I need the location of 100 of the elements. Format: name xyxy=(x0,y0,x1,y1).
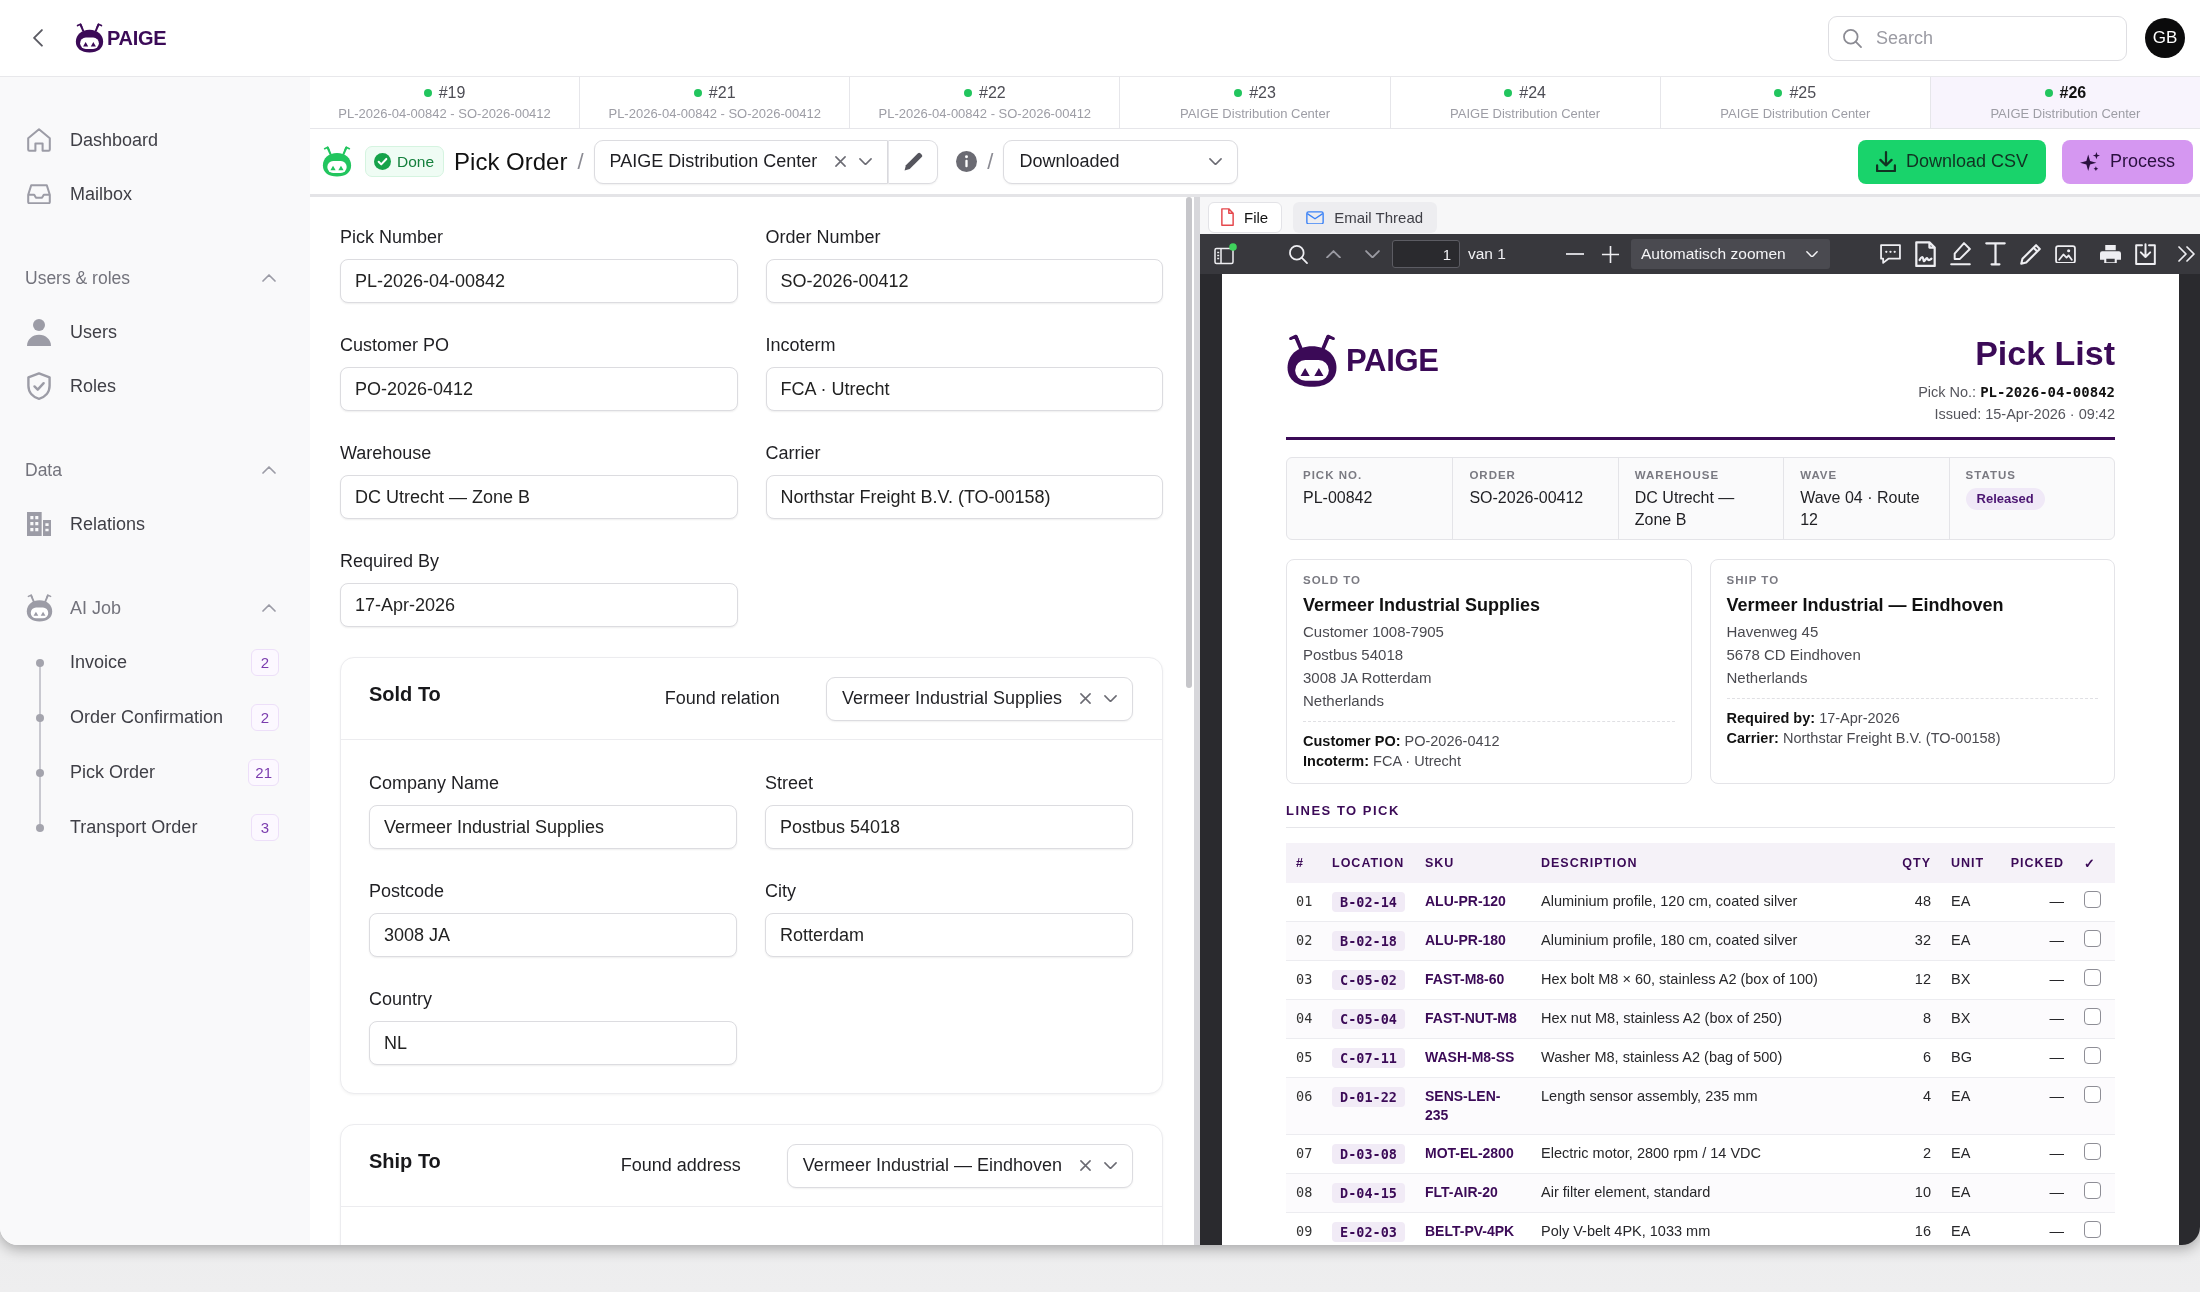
text-field[interactable]: NL xyxy=(369,1021,737,1065)
count-badge: 2 xyxy=(251,649,279,676)
sidebar-toggle-icon[interactable] xyxy=(1214,243,1237,265)
count-badge: 21 xyxy=(248,759,279,786)
chevron-down-icon xyxy=(1209,157,1223,166)
field-label: Warehouse xyxy=(340,442,433,465)
viewer-tab[interactable]: Email Thread xyxy=(1293,202,1438,233)
group-header[interactable]: Data xyxy=(0,443,310,497)
location-code: C-05-02 xyxy=(1332,970,1405,990)
pencil-icon[interactable] xyxy=(2019,243,2041,265)
column-header: DESCRIPTION xyxy=(1531,843,1890,883)
table-cell: Hex nut M8, stainless A2 (box of 250) xyxy=(1531,999,1890,1039)
text-field[interactable]: Vermeer Industrial Supplies xyxy=(369,805,737,849)
address-line: 5678 CD Eindhoven xyxy=(1726,645,1862,665)
search-icon[interactable] xyxy=(1289,244,1308,264)
signature-icon[interactable] xyxy=(1914,240,1936,268)
minus-icon[interactable] xyxy=(1564,252,1585,256)
text-field[interactable]: FCA · Utrecht xyxy=(765,367,1163,411)
text-field[interactable]: DC Utrecht — Zone B xyxy=(340,475,738,519)
summary-label: STATUS xyxy=(1965,468,2017,483)
location-code: D-01-22 xyxy=(1332,1087,1405,1107)
group-header[interactable]: AI Job xyxy=(0,581,310,635)
scrollbar-thumb[interactable] xyxy=(1185,197,1192,688)
table-cell: — xyxy=(2000,1212,2074,1245)
nav-item[interactable]: Pick Order 21 xyxy=(0,745,310,800)
table-cell: BX xyxy=(1941,960,2000,1000)
table-cell: Electric motor, 2800 rpm / 14 VDC xyxy=(1531,1134,1890,1174)
match-label: Found relation xyxy=(664,688,780,709)
plus-icon[interactable] xyxy=(1600,244,1620,264)
clear-icon xyxy=(835,156,847,167)
text-field[interactable]: SO-2026-00412 xyxy=(765,259,1163,303)
address-note: Required by: 17-Apr-2026 xyxy=(1726,709,1901,728)
robot-icon xyxy=(322,146,352,177)
nav-item[interactable]: Dashboard xyxy=(0,113,173,167)
zoom-select[interactable]: Automatisch zoomen xyxy=(1630,239,1830,269)
double-chevron-icon[interactable] xyxy=(2177,246,2195,262)
match-select[interactable]: Vermeer Industrial Supplies xyxy=(825,676,1133,721)
home-icon xyxy=(27,128,51,152)
save-icon[interactable] xyxy=(2134,242,2156,266)
clear-icon xyxy=(1080,1160,1091,1171)
row-number: 03 xyxy=(1286,960,1322,1000)
status-dot-icon xyxy=(2044,89,2053,97)
column-header: UNIT xyxy=(1941,843,2000,883)
column-header: LOCATION xyxy=(1322,843,1415,883)
text-field[interactable]: 17-Apr-2026 xyxy=(340,583,738,627)
clear-icon xyxy=(1080,693,1091,704)
image-icon[interactable] xyxy=(2054,244,2076,264)
page-number-field[interactable]: 1 xyxy=(1392,240,1460,268)
issued-date: Issued: 15-Apr-2026 · 09:42 xyxy=(1933,405,2115,424)
nav-item[interactable]: Relations xyxy=(0,497,160,551)
nav-item[interactable]: Invoice 2 xyxy=(0,635,310,690)
group-header[interactable]: Users & roles xyxy=(0,251,310,305)
process-button[interactable]: Process xyxy=(2061,139,2193,184)
edit-button[interactable] xyxy=(888,139,939,184)
text-field[interactable]: Rotterdam xyxy=(765,913,1133,957)
table-cell: EA xyxy=(1941,1212,2000,1245)
nav-item[interactable]: Order Confirmation 2 xyxy=(0,690,310,745)
download-csv-button[interactable]: Download CSV xyxy=(1857,139,2046,184)
nav-item[interactable]: Transport Order 3 xyxy=(0,800,310,855)
nav-item[interactable]: Mailbox xyxy=(0,167,147,221)
bullet-icon xyxy=(36,713,44,722)
nav-item[interactable]: Roles xyxy=(0,359,131,413)
text-field[interactable]: Postbus 54018 xyxy=(765,805,1133,849)
comment-icon[interactable] xyxy=(1879,244,1901,264)
status-select[interactable]: Downloaded xyxy=(1003,139,1239,184)
count-badge: 3 xyxy=(251,814,279,841)
field-label: Order Number xyxy=(765,226,882,249)
chevron-down-icon xyxy=(1805,250,1818,258)
search-field[interactable]: Search xyxy=(1828,15,2127,61)
table-cell: 8 xyxy=(1890,999,1941,1039)
table-cell: EA xyxy=(1941,883,2000,922)
chevron-down-icon[interactable] xyxy=(1365,249,1380,259)
match-select[interactable]: Vermeer Industrial — Eindhoven xyxy=(786,1143,1133,1188)
nav-item[interactable]: Users xyxy=(0,305,131,359)
viewer-tab[interactable]: File xyxy=(1208,202,1283,233)
highlighter-icon[interactable] xyxy=(1949,242,1971,266)
shield-check-icon xyxy=(27,371,51,401)
chevron-up-icon[interactable] xyxy=(1326,249,1341,259)
address-note: Customer PO: PO-2026-0412 xyxy=(1303,732,1501,751)
table-cell: Air filter element, standard xyxy=(1531,1173,1890,1213)
location-select[interactable]: PAIGE Distribution Center xyxy=(593,139,889,184)
document-tab[interactable]: #26 PAIGE Distribution Center xyxy=(1930,77,2200,128)
table-cell: Hex bolt M8 × 60, stainless A2 (box of 100) xyxy=(1531,960,1890,1000)
info-icon[interactable] xyxy=(956,151,978,172)
text-field[interactable]: PL-2026-04-00842 xyxy=(340,259,738,303)
status-dot-icon xyxy=(964,89,972,97)
breadcrumb-separator: / xyxy=(987,148,994,175)
text-tool-icon[interactable] xyxy=(1984,242,2006,266)
document-icon xyxy=(1221,208,1234,227)
text-field[interactable]: 3008 JA xyxy=(369,913,737,957)
bullet-icon xyxy=(36,768,44,777)
text-field[interactable]: Northstar Freight B.V. (TO-00158) xyxy=(765,475,1163,519)
user-avatar[interactable]: GB xyxy=(2145,18,2185,58)
address-note: Incoterm: FCA · Utrecht xyxy=(1303,752,1462,771)
printer-icon[interactable] xyxy=(2099,244,2121,264)
pick-number-value: PL-2026-04-00842 xyxy=(1980,383,2115,402)
sparkles-icon xyxy=(2079,151,2100,172)
text-field[interactable]: PO-2026-0412 xyxy=(340,367,738,411)
building-icon xyxy=(27,512,51,536)
sku-code: FAST-M8-60 xyxy=(1415,960,1531,1000)
